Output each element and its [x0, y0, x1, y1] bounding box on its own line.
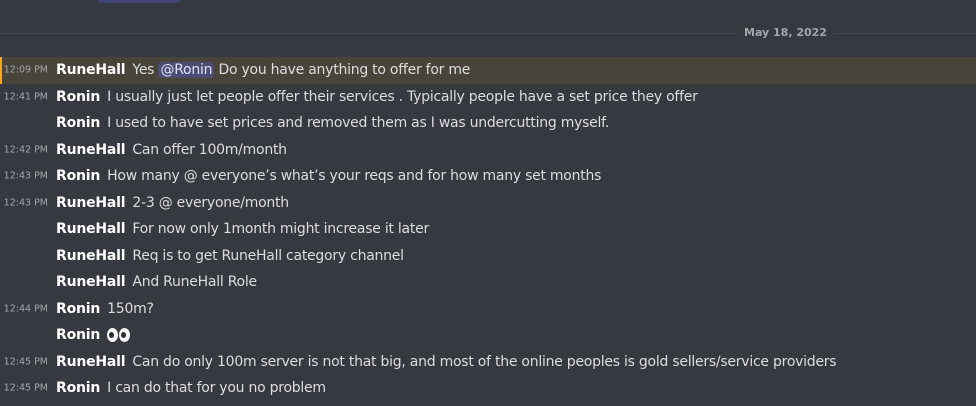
message-content: Ronin	[56, 326, 131, 344]
message-timestamp[interactable]: 12:09 PM	[4, 65, 48, 76]
message-content: Ronin I used to have set prices and remo…	[56, 114, 609, 132]
message-content: Ronin I can do that for you no problem	[56, 379, 326, 397]
message-row[interactable]: 12:42 PM RuneHall Can offer 100m/month	[0, 137, 976, 164]
message-author[interactable]: Ronin	[56, 326, 100, 344]
message-text-post: Do you have anything to offer for me	[218, 62, 471, 79]
message-author[interactable]: RuneHall	[56, 61, 126, 79]
eye-right-icon	[119, 328, 131, 343]
previous-message-remnant	[0, 0, 976, 4]
message-timestamp[interactable]: 12:42 PM	[4, 144, 48, 155]
message-row[interactable]: RuneHall Req is to get RuneHall category…	[0, 243, 976, 270]
user-mention[interactable]: @Ronin	[158, 62, 215, 79]
message-content: RuneHall Yes @Ronin Do you have anything…	[56, 61, 470, 79]
message-row[interactable]: 12:09 PM RuneHall Yes @Ronin Do you have…	[0, 57, 976, 84]
message-text: Can do only 100m server is not that big,…	[132, 353, 837, 370]
message-text: And RuneHall Role	[132, 274, 257, 291]
message-text: 2-3 @ everyone/month	[132, 194, 289, 211]
message-timestamp[interactable]: 12:45 PM	[4, 356, 48, 367]
message-row[interactable]: Ronin I used to have set prices and remo…	[0, 110, 976, 137]
message-text: How many @ everyone’s what’s your reqs a…	[107, 168, 602, 185]
message-row[interactable]: Ronin	[0, 322, 976, 349]
message-content: RuneHall For now only 1month might incre…	[56, 220, 429, 238]
message-text-pre: Yes	[132, 62, 155, 79]
message-text: I usually just let people offer their se…	[107, 88, 698, 105]
message-author[interactable]: RuneHall	[56, 273, 126, 291]
message-text: I can do that for you no problem	[107, 380, 326, 397]
message-text: I used to have set prices and removed th…	[107, 115, 610, 132]
message-row[interactable]: 12:43 PM RuneHall 2-3 @ everyone/month	[0, 190, 976, 217]
message-author[interactable]: RuneHall	[56, 220, 126, 238]
message-author[interactable]: RuneHall	[56, 141, 126, 159]
message-text: 150m?	[107, 300, 154, 317]
date-divider-label: May 18, 2022	[738, 26, 833, 40]
message-row[interactable]: 12:41 PM Ronin I usually just let people…	[0, 84, 976, 111]
message-text: For now only 1month might increase it la…	[132, 221, 429, 238]
message-row[interactable]: 12:44 PM Ronin 150m?	[0, 296, 976, 323]
message-content: RuneHall 2-3 @ everyone/month	[56, 194, 289, 212]
eyes-emoji[interactable]	[107, 326, 131, 344]
message-content: Ronin How many @ everyone’s what’s your …	[56, 167, 601, 185]
message-timestamp[interactable]: 12:41 PM	[4, 91, 48, 102]
message-author[interactable]: Ronin	[56, 379, 100, 397]
message-timestamp[interactable]: 12:43 PM	[4, 171, 48, 182]
message-list: 12:09 PM RuneHall Yes @Ronin Do you have…	[0, 57, 976, 402]
message-text: Can offer 100m/month	[132, 141, 287, 158]
message-author[interactable]: Ronin	[56, 300, 100, 318]
message-author[interactable]: RuneHall	[56, 247, 126, 265]
message-row[interactable]: 12:45 PM Ronin I can do that for you no …	[0, 375, 976, 402]
message-author[interactable]: Ronin	[56, 114, 100, 132]
message-author[interactable]: Ronin	[56, 88, 100, 106]
message-row[interactable]: 12:43 PM Ronin How many @ everyone’s wha…	[0, 163, 976, 190]
message-timestamp[interactable]: 12:43 PM	[4, 197, 48, 208]
message-row[interactable]: RuneHall For now only 1month might incre…	[0, 216, 976, 243]
message-content: Ronin 150m?	[56, 300, 154, 318]
mention-chip-remnant	[98, 0, 180, 3]
message-row[interactable]: RuneHall And RuneHall Role	[0, 269, 976, 296]
message-author[interactable]: RuneHall	[56, 353, 126, 371]
message-text: Req is to get RuneHall category channel	[132, 247, 404, 264]
message-author[interactable]: Ronin	[56, 167, 100, 185]
message-content: Ronin I usually just let people offer th…	[56, 88, 698, 106]
message-content: RuneHall Can do only 100m server is not …	[56, 353, 837, 371]
message-text: Yes @Ronin Do you have anything to offer…	[132, 61, 470, 79]
message-timestamp[interactable]: 12:44 PM	[4, 303, 48, 314]
message-content: RuneHall Can offer 100m/month	[56, 141, 287, 159]
message-author[interactable]: RuneHall	[56, 194, 126, 212]
message-row[interactable]: 12:45 PM RuneHall Can do only 100m serve…	[0, 349, 976, 376]
eye-left-icon	[107, 328, 119, 343]
message-content: RuneHall And RuneHall Role	[56, 273, 257, 291]
message-timestamp[interactable]: 12:45 PM	[4, 383, 48, 394]
message-content: RuneHall Req is to get RuneHall category…	[56, 247, 404, 265]
